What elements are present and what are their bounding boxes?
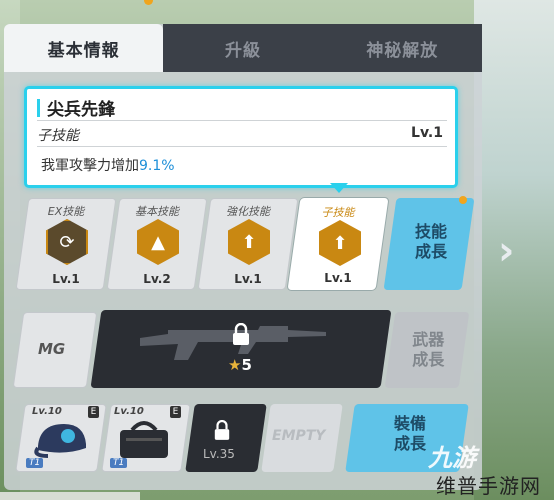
empty-label: EMPTY xyxy=(272,428,326,444)
bottom-strip xyxy=(0,492,140,500)
equipment-badge: E xyxy=(88,406,99,418)
skill-level: Lv.1 xyxy=(324,271,352,285)
weapon-star-rating: ★5 xyxy=(228,356,252,374)
desc-text: 我軍攻擊力增加 xyxy=(41,158,139,174)
equipment-level: Lv.10 xyxy=(32,406,62,417)
equipment-badge: E xyxy=(170,406,181,418)
tooltip-description: 我軍攻擊力增加9.1% xyxy=(41,155,175,175)
tab-basic-info[interactable]: 基本情報 xyxy=(4,24,164,72)
ex-skill-icon: ⟳ xyxy=(46,219,88,265)
skill-card-basic[interactable]: 基本技能 ▲ Lv.2 xyxy=(106,198,208,290)
weapon-growth-label: 武器 成長 xyxy=(412,330,445,369)
tab-upgrade-label: 升級 xyxy=(224,40,261,61)
tab-bar: 基本情報 升級 神秘解放 xyxy=(4,24,482,72)
tooltip-title: 尖兵先鋒 xyxy=(47,100,115,120)
star-count: 5 xyxy=(241,356,252,374)
tier-badge: T1 xyxy=(110,458,128,468)
notification-dot xyxy=(459,196,467,204)
skill-level: Lv.2 xyxy=(143,272,171,286)
skill-card-ex[interactable]: EX技能 ⟳ Lv.1 xyxy=(15,198,117,290)
notification-dot xyxy=(144,0,153,5)
divider xyxy=(37,146,447,147)
tab-mystic-release[interactable]: 神秘解放 xyxy=(322,24,482,72)
skill-growth-button[interactable]: 技能 成長 xyxy=(383,198,475,290)
star-icon: ★ xyxy=(228,356,242,374)
tooltip-pointer xyxy=(330,183,348,193)
equipment-level: Lv.10 xyxy=(114,406,144,417)
tooltip-level: Lv.1 xyxy=(411,125,443,141)
tab-basic-info-label: 基本情報 xyxy=(47,40,120,61)
divider xyxy=(37,120,447,121)
skill-card-sub-selected[interactable]: 子技能 ⬆ Lv.1 xyxy=(287,198,389,290)
skill-level: Lv.1 xyxy=(234,272,262,286)
chevron-right-icon[interactable]: › xyxy=(498,228,514,274)
skill-name: EX技能 xyxy=(47,205,85,218)
weapon-type-label: MG xyxy=(38,340,66,358)
gun-up-icon: ⬆ xyxy=(319,220,361,266)
unlock-level: Lv.35 xyxy=(203,447,235,461)
skill-growth-label: 技能 成長 xyxy=(414,222,447,261)
tab-mystic-release-label: 神秘解放 xyxy=(366,40,439,61)
lock-icon xyxy=(214,420,230,440)
title-accent-bar xyxy=(37,99,40,117)
tab-upgrade[interactable]: 升級 xyxy=(163,24,323,72)
tooltip-skill-type: 子技能 xyxy=(37,128,79,144)
skill-level: Lv.1 xyxy=(52,272,80,286)
skill-name: 子技能 xyxy=(321,206,355,219)
skill-name: 基本技能 xyxy=(135,205,179,218)
gun-up-icon: ⬆ xyxy=(228,219,270,265)
bag-icon xyxy=(120,421,168,458)
weapon-growth-button[interactable]: 武器 成長 xyxy=(384,312,470,388)
watermark-logo: 九游 xyxy=(428,444,476,472)
skill-card-enhance[interactable]: 強化技能 ⬆ Lv.1 xyxy=(197,198,299,290)
lock-icon xyxy=(233,323,249,345)
skill-name: 強化技能 xyxy=(226,205,270,218)
watermark-text: 维普手游网 xyxy=(436,474,541,498)
flame-icon: ▲ xyxy=(137,219,179,265)
tier-badge: T1 xyxy=(26,458,44,468)
skill-tooltip: 尖兵先鋒 子技能 Lv.1 我軍攻擊力增加9.1% xyxy=(24,86,458,188)
cap-icon xyxy=(34,424,86,458)
desc-value: 9.1% xyxy=(139,158,175,174)
